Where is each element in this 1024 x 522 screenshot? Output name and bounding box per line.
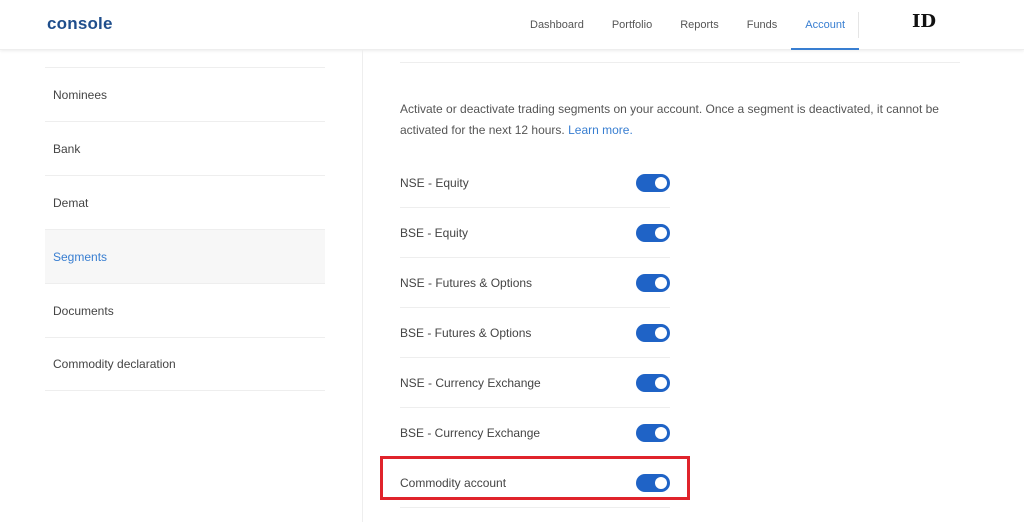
segment-label: NSE - Equity (400, 175, 469, 190)
sidebar-item-documents[interactable]: Documents (45, 283, 325, 337)
sidebar-item-demat[interactable]: Demat (45, 175, 325, 229)
segment-toggle-bse-currency[interactable] (636, 423, 670, 442)
sidebar-item-bank[interactable]: Bank (45, 121, 325, 175)
nav-funds[interactable]: Funds (733, 0, 792, 50)
sidebar-item-commodity-declaration[interactable]: Commodity declaration (45, 337, 325, 391)
console-logo[interactable]: console (47, 14, 113, 34)
account-sidebar: Nominees Bank Demat Segments Documents C… (45, 67, 325, 391)
sidebar-item-segments[interactable]: Segments (45, 229, 325, 283)
segment-row-nse-equity: NSE - Equity (400, 158, 670, 208)
segment-toggle-bse-fo[interactable] (636, 323, 670, 342)
segment-label: NSE - Currency Exchange (400, 375, 541, 390)
segment-label: NSE - Futures & Options (400, 275, 533, 290)
segment-row-bse-currency: BSE - Currency Exchange (400, 408, 670, 458)
segment-label: BSE - Futures & Options (400, 325, 532, 340)
top-header: console Dashboard Portfolio Reports Fund… (0, 0, 1024, 50)
segment-toggle-bse-equity[interactable] (636, 223, 670, 242)
segment-label: BSE - Equity (400, 225, 469, 240)
segments-description: Activate or deactivate trading segments … (400, 99, 962, 141)
segment-label: BSE - Currency Exchange (400, 425, 541, 440)
nav-reports[interactable]: Reports (666, 0, 733, 50)
nav-portfolio[interactable]: Portfolio (598, 0, 666, 50)
segment-toggle-nse-equity[interactable] (636, 173, 670, 192)
segment-toggle-nse-fo[interactable] (636, 273, 670, 292)
segment-toggle-nse-currency[interactable] (636, 373, 670, 392)
segment-row-nse-fo: NSE - Futures & Options (400, 258, 670, 308)
segment-row-nse-currency: NSE - Currency Exchange (400, 358, 670, 408)
commodity-highlight-box (380, 456, 690, 500)
section-divider (400, 62, 960, 63)
segment-row-bse-fo: BSE - Futures & Options (400, 308, 670, 358)
nav-account[interactable]: Account (791, 0, 859, 50)
user-id-menu[interactable]: ID (912, 11, 936, 32)
nav-divider (858, 12, 859, 38)
segment-row-bse-equity: BSE - Equity (400, 208, 670, 258)
sidebar-item-nominees[interactable]: Nominees (45, 67, 325, 121)
top-nav: Dashboard Portfolio Reports Funds Accoun… (516, 0, 859, 50)
nav-dashboard[interactable]: Dashboard (516, 0, 598, 50)
content-divider (362, 50, 363, 522)
learn-more-link[interactable]: Learn more. (568, 123, 633, 137)
description-text: Activate or deactivate trading segments … (400, 102, 939, 137)
